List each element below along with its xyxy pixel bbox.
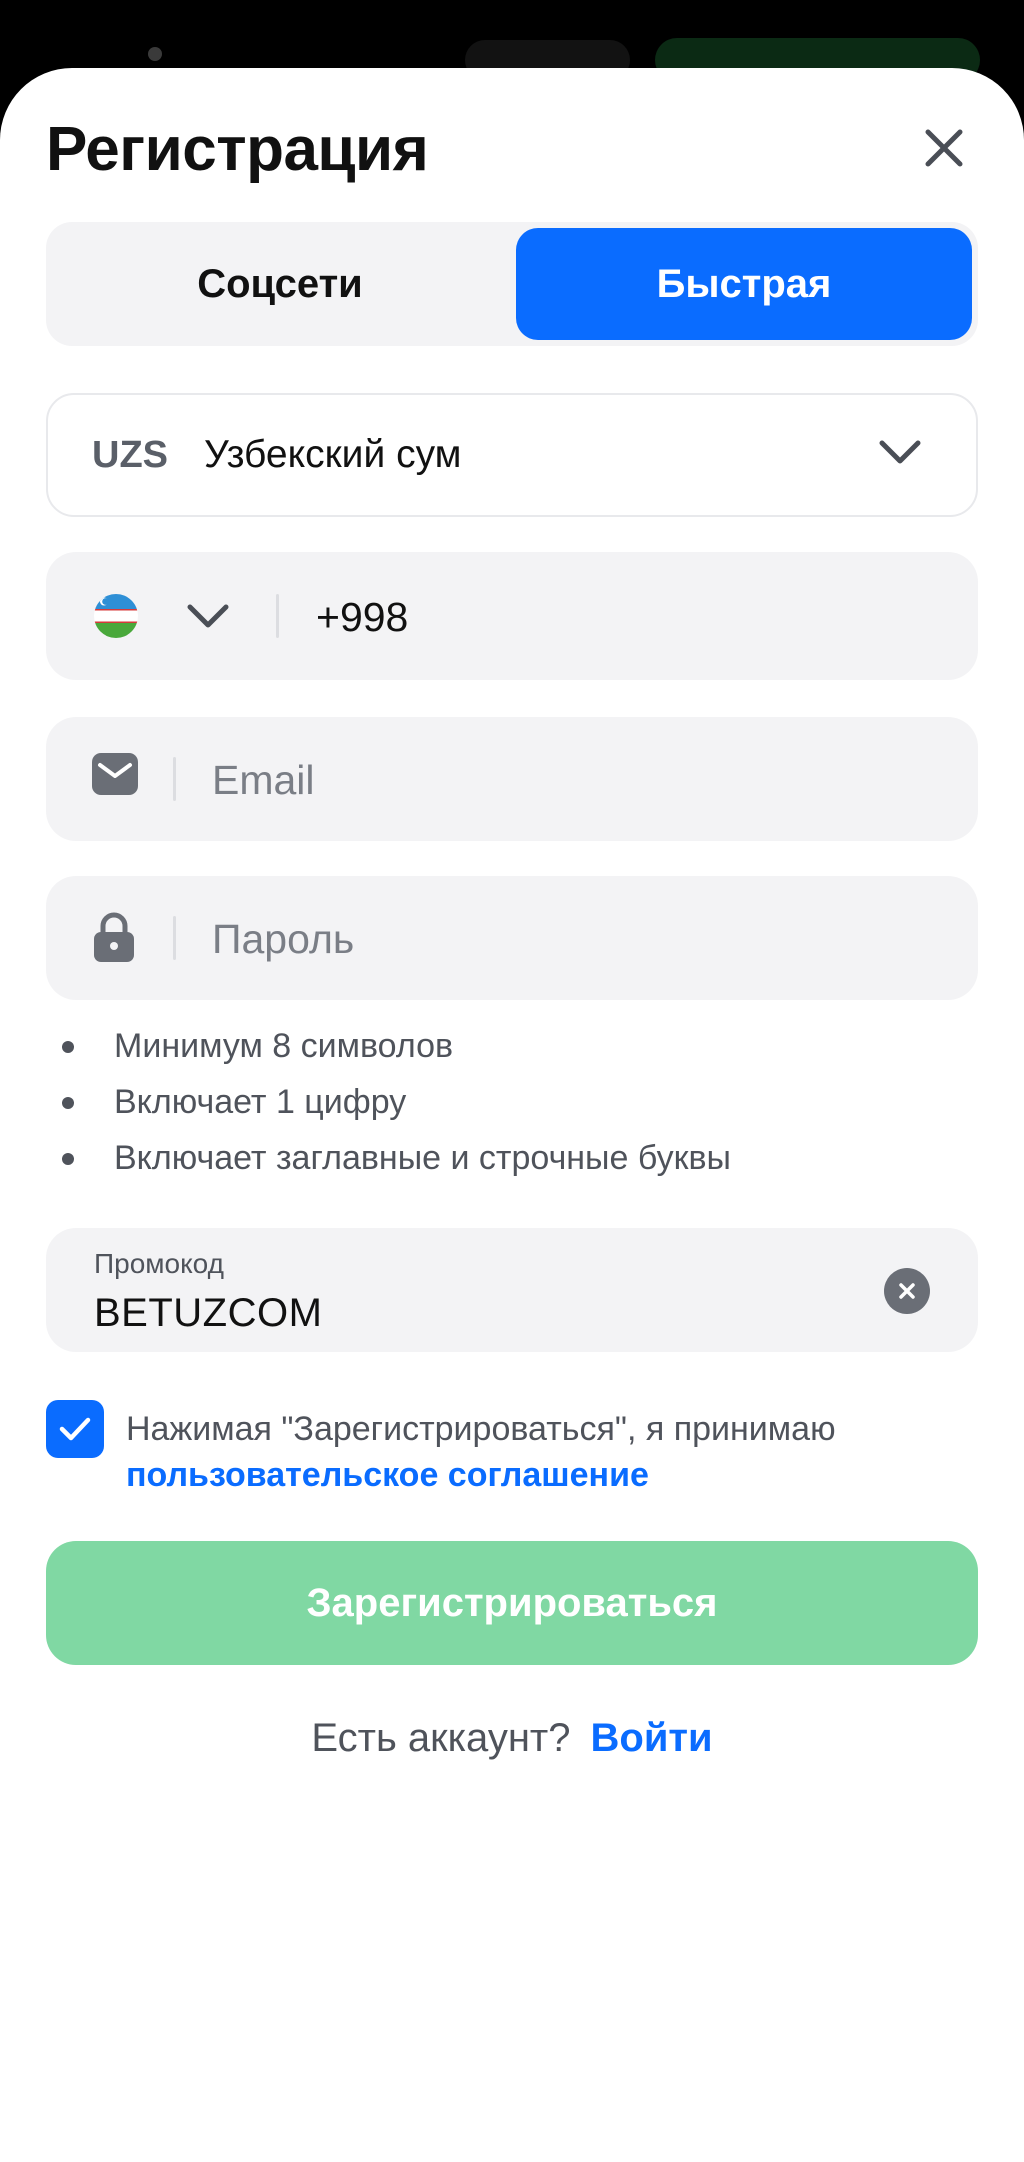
registration-tabs: Соцсети Быстрая [46,222,978,346]
envelope-icon [92,753,138,795]
phone-input[interactable] [314,590,918,644]
agreement-checkbox[interactable] [46,1400,104,1458]
background-dot [148,47,162,61]
divider [173,757,176,801]
list-item: Минимум 8 символов [56,1022,731,1078]
rule-text: Включает заглавные и строчные буквы [114,1139,731,1177]
password-field [46,876,978,1000]
phone-field [46,552,978,680]
close-icon [925,129,963,167]
password-input[interactable] [210,912,914,966]
currency-code: UZS [92,433,168,476]
currency-select[interactable]: UZS Узбекский сум [46,393,978,517]
email-field [46,717,978,841]
bullet [62,1041,74,1053]
promo-input[interactable] [92,1288,836,1338]
list-item: Включает 1 цифру [56,1078,731,1134]
close-button[interactable] [918,122,970,174]
bullet [62,1153,74,1165]
agreement-text: Нажимая "Зарегистрироваться", я принимаю [126,1410,836,1448]
promo-label: Промокод [94,1248,224,1279]
uzbekistan-flag-icon[interactable] [94,594,138,638]
tab-fast[interactable]: Быстрая [516,228,972,340]
chevron-down-icon [879,440,921,464]
promo-clear-button[interactable] [884,1268,930,1314]
divider [173,916,176,960]
lock-icon [94,912,134,962]
login-prompt: Есть аккаунт? [311,1716,571,1760]
login-row: Есть аккаунт? Войти [0,1716,1024,1761]
currency-name: Узбекский сум [204,433,462,476]
rule-text: Включает 1 цифру [114,1083,407,1121]
clear-icon [899,1283,915,1299]
list-item: Включает заглавные и строчные буквы [56,1134,731,1190]
email-input[interactable] [210,753,914,807]
user-agreement-link[interactable]: пользовательское соглашение [126,1452,986,1498]
checkmark-icon [59,1417,91,1441]
divider [276,594,279,638]
password-rules: Минимум 8 символов Включает 1 цифру Вклю… [56,1022,731,1190]
bullet [62,1097,74,1109]
promo-field: Промокод [46,1228,978,1352]
login-link[interactable]: Войти [591,1716,713,1760]
tab-social[interactable]: Соцсети [52,228,508,340]
country-chevron-icon[interactable] [186,602,230,630]
agreement-text-block: Нажимая "Зарегистрироваться", я принимаю… [126,1406,986,1498]
rule-text: Минимум 8 символов [114,1027,454,1065]
page-title: Регистрация [46,115,429,184]
register-button[interactable]: Зарегистрироваться [46,1541,978,1665]
